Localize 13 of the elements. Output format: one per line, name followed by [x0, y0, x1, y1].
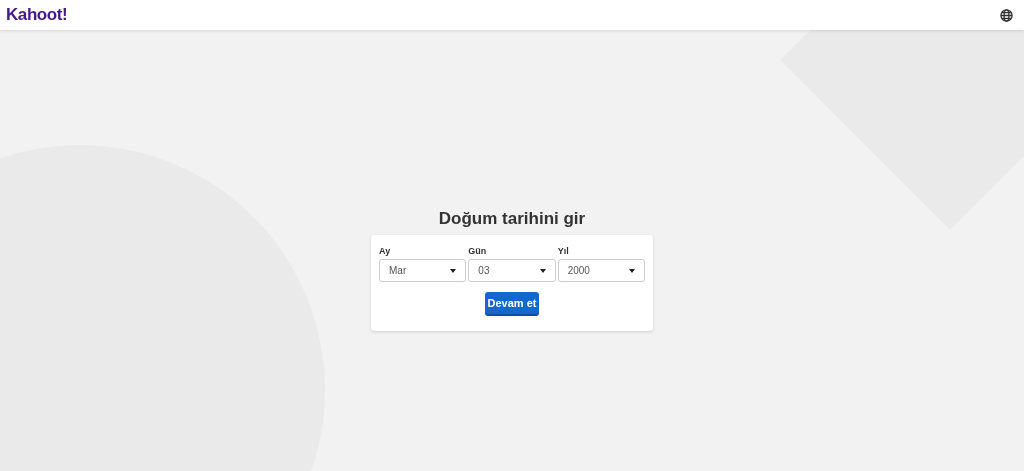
field-label: Ay [379, 245, 392, 258]
kahoot-logo[interactable]: Kahoot! [6, 2, 68, 28]
globe-icon[interactable] [1000, 8, 1013, 22]
continue-button[interactable]: Devam et [485, 292, 539, 314]
dropdown[interactable]: 03 [468, 259, 556, 282]
dropdown[interactable]: Mar [379, 259, 467, 282]
caret-icon [629, 268, 635, 273]
caret-icon [450, 268, 457, 273]
field-label: Gün [468, 245, 488, 258]
dropdown[interactable]: 2000 [557, 259, 645, 282]
caret-icon [539, 268, 546, 273]
field-label: Yıl [557, 245, 570, 258]
page-title: Doğum tarihini gir [438, 208, 586, 230]
